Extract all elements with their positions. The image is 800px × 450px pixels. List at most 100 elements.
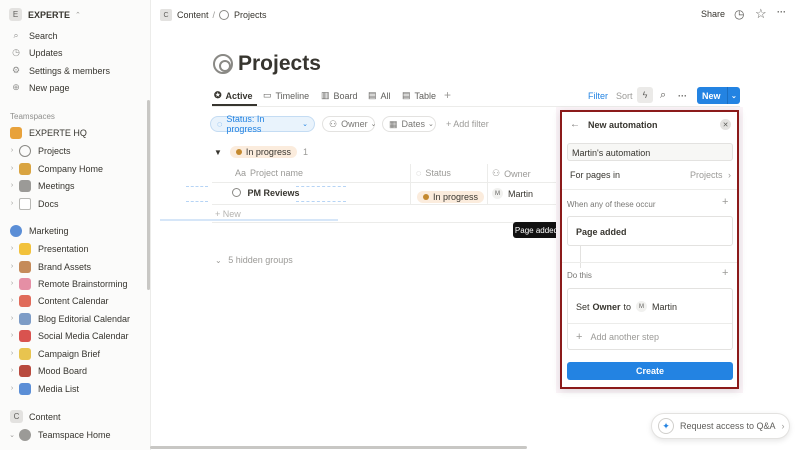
trigger-card[interactable]: Page added (567, 216, 733, 246)
add-action-icon[interactable]: + (722, 267, 728, 279)
add-trigger-icon[interactable]: + (722, 196, 728, 208)
for-pages-select[interactable]: Projects › (690, 170, 731, 180)
horizontal-scrollbar[interactable] (150, 446, 527, 449)
memo-icon (19, 347, 31, 360)
add-view-button[interactable]: + (444, 88, 451, 102)
tab-table[interactable]: ▤ Table (402, 90, 436, 101)
tab-active[interactable]: ✪ Active (214, 90, 253, 101)
dates-filter-label: Dates (401, 119, 426, 129)
owner-filter[interactable]: ⚇ Owner ⌄ (322, 116, 377, 132)
chevron-down-icon[interactable]: ⌄ (728, 92, 737, 100)
chevron-right-icon: › (10, 332, 14, 339)
sidebar-item-content[interactable]: C Content (10, 408, 61, 425)
action-row[interactable]: Set Owner to M Martin (576, 301, 677, 312)
table-row[interactable]: PM Reviews (232, 188, 300, 198)
action-section-heading: Do this (567, 271, 592, 280)
automation-name-field[interactable]: Martin's automation (567, 143, 733, 161)
share-button[interactable]: Share (701, 9, 725, 19)
workspace-switcher[interactable]: E EXPERTE ⌃ (9, 6, 81, 23)
topbar: C Content / Projects Share ◷ ☆ ··· (151, 0, 800, 30)
sidebar-item-label: Company Home (38, 163, 104, 174)
chevron-down-icon: ⌄ (370, 121, 377, 128)
new-button-label: New (702, 90, 721, 101)
sidebar-item-mood-board[interactable]: › Mood Board (8, 362, 87, 379)
page-title[interactable]: Projects (238, 52, 321, 76)
sidebar-item-blog-editorial-calendar[interactable]: › Blog Editorial Calendar (8, 310, 130, 327)
sidebar-item-label: Campaign Brief (38, 348, 101, 359)
drag-indicator (296, 186, 346, 187)
sidebar-item-new-page[interactable]: ⊕ New page (10, 79, 69, 96)
column-header-name[interactable]: Aa Project name (235, 168, 303, 178)
row-status-cell[interactable]: In progress (417, 187, 485, 205)
sidebar-scrollbar[interactable] (147, 100, 150, 290)
sort-button[interactable]: Sort (616, 91, 633, 101)
status-filter[interactable]: ◌ Status: In progress ⌄ (210, 114, 315, 134)
plus-icon: + (576, 331, 583, 343)
row-name: PM Reviews (247, 188, 300, 198)
more-options-button[interactable]: ··· (777, 7, 786, 17)
sidebar-item-media-list[interactable]: › Media List (8, 380, 79, 397)
caret-down-icon: ▼ (214, 147, 222, 157)
sidebar-item-presentation[interactable]: › Presentation (8, 240, 89, 257)
status-icon: ◌ (217, 119, 223, 129)
add-step-label: Add another step (590, 332, 659, 342)
sidebar-item-label: Social Media Calendar (38, 330, 129, 341)
header-divider (212, 182, 558, 183)
column-header-owner[interactable]: ⚇ Owner (492, 168, 531, 179)
board-icon: ▥ (321, 90, 330, 100)
new-row-button[interactable]: + New (215, 209, 241, 219)
row-owner-cell[interactable]: M Martin (492, 188, 533, 199)
sidebar-item-brand-assets[interactable]: › Brand Assets (8, 258, 91, 275)
close-icon[interactable]: ✕ (720, 119, 731, 130)
history-icon[interactable]: ◷ (734, 7, 744, 21)
breadcrumb-content[interactable]: Content (177, 10, 209, 20)
new-button[interactable]: New ⌄ (697, 87, 740, 104)
request-qa-button[interactable]: ✦ Request access to Q&A › (651, 413, 790, 439)
sidebar-item-company-home[interactable]: › Company Home (8, 160, 103, 177)
target-icon[interactable] (213, 54, 233, 74)
tab-all[interactable]: ▤ All (368, 90, 391, 101)
hidden-groups-toggle[interactable]: ⌄ 5 hidden groups (215, 255, 293, 265)
sidebar-item-docs[interactable]: › Docs (8, 195, 59, 212)
sidebar-item-search[interactable]: ⌕ Search (10, 27, 57, 44)
sidebar-item-teamspace-home[interactable]: ⌄ Teamspace Home (8, 426, 111, 443)
trigger-section-heading: When any of these occur (567, 200, 656, 209)
sidebar-item-social-media-calendar[interactable]: › Social Media Calendar (8, 327, 129, 344)
filter-button[interactable]: Filter (588, 91, 608, 101)
status-icon: ◌ (416, 168, 422, 178)
sidebar-item-campaign-brief[interactable]: › Campaign Brief (8, 345, 100, 362)
drag-indicator (186, 201, 208, 202)
sidebar-item-meetings[interactable]: › Meetings (8, 177, 75, 194)
breadcrumb-projects[interactable]: Projects (234, 10, 267, 20)
action-card: Set Owner to M Martin + Add another step (567, 288, 733, 350)
sidebar-item-experte-hq[interactable]: EXPERTE HQ (10, 124, 87, 141)
star-icon[interactable]: ☆ (755, 6, 767, 22)
pin-icon (19, 382, 31, 395)
tab-timeline[interactable]: ▭ Timeline (263, 90, 309, 101)
search-icon[interactable]: ⌕ (660, 89, 666, 102)
sidebar-item-label: Meetings (38, 180, 75, 191)
column-divider (410, 164, 411, 204)
tab-board[interactable]: ▥ Board (321, 90, 358, 101)
dates-filter[interactable]: ▦ Dates ⌄ (382, 116, 436, 132)
group-header[interactable]: ▼ In progress 1 (214, 146, 308, 158)
add-step-button[interactable]: + Add another step (576, 331, 659, 343)
view-more-button[interactable]: ··· (678, 91, 687, 101)
sidebar-item-settings[interactable]: ⚙ Settings & members (10, 62, 110, 79)
gear-icon: ⚙ (11, 65, 21, 75)
lightning-icon[interactable]: ϟ (637, 87, 653, 103)
table-icon: ▤ (402, 90, 411, 100)
workspace-name: EXPERTE (28, 9, 71, 20)
add-filter-button[interactable]: + Add filter (446, 119, 489, 129)
people-icon (19, 179, 31, 192)
column-header-status[interactable]: ◌ Status (416, 168, 451, 178)
sidebar-item-remote-brainstorming[interactable]: › Remote Brainstorming (8, 275, 128, 292)
sidebar-item-label: Marketing (29, 225, 69, 236)
create-button[interactable]: Create (567, 362, 733, 380)
sidebar-item-marketing[interactable]: Marketing (10, 222, 69, 239)
sidebar-item-projects[interactable]: › Projects (8, 142, 71, 159)
sidebar-item-updates[interactable]: ◷ Updates (10, 44, 62, 61)
back-arrow-icon[interactable]: ← (570, 119, 580, 130)
hidden-groups-label: 5 hidden groups (228, 255, 293, 265)
sidebar-item-content-calendar[interactable]: › Content Calendar (8, 292, 109, 309)
